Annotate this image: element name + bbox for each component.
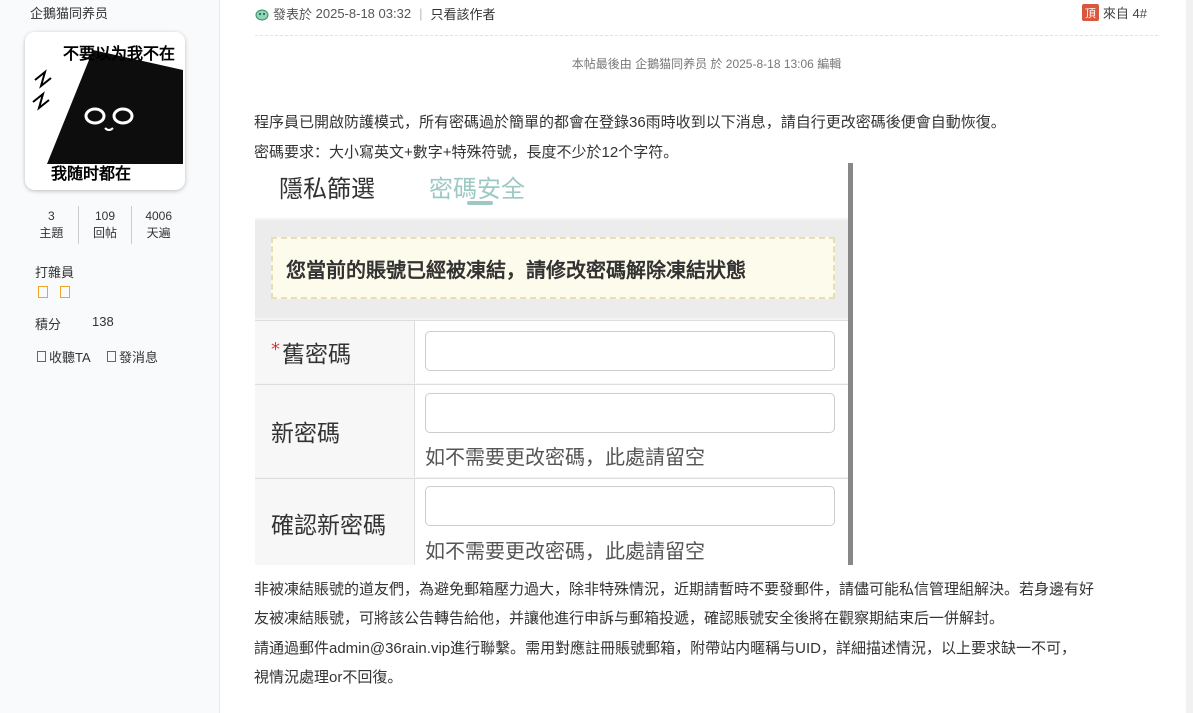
top-icon[interactable]: 頂 [1081, 4, 1099, 21]
stat-label: 主題 [39, 226, 64, 240]
old-password-label-text: 舊密碼 [282, 342, 351, 368]
follow-button[interactable]: 收聽TA [37, 347, 91, 366]
post-paragraph: 程序員已開啟防護模式，所有密碼過於簡單的都會在登錄36雨時收到以下消息，請自行更… [254, 114, 1006, 131]
post-paragraph: 友被凍結賬號，可將該公告轉告給他，并讓他進行申訴与郵箱投遞，確認賬號安全後將在觀… [254, 610, 1005, 627]
tab-underline [467, 201, 493, 205]
author-only-link[interactable]: 只看該作者 [430, 4, 495, 23]
post-paragraph: 密碼要求：大小寫英文+數字+特殊符號，長度不少於12个字符。 [254, 144, 679, 161]
stat-replies[interactable]: 109 回帖 [77, 206, 132, 244]
stat-value: 4006 [145, 209, 173, 223]
points-label: 積分 [35, 317, 62, 332]
star-icon [60, 286, 70, 298]
username[interactable]: 企鵝猫同养员 [30, 3, 108, 22]
post-paragraph: 非被凍結賬號的道友們，為避免郵箱壓力過大，除非特殊情況，近期請暫時不要發郵件，請… [254, 581, 1095, 598]
notice-area: 您當前的賬號已經被凍結，請修改密碼解除凍結狀態 [255, 220, 853, 318]
floor-number[interactable]: 來自 4# [1103, 3, 1147, 22]
old-password-input [425, 331, 835, 371]
required-mark: * [271, 339, 280, 360]
follow-label: 收聽TA [49, 350, 91, 365]
old-password-label: * 舊密碼 [255, 321, 415, 383]
avatar-text-bottom: 我随时都在 [51, 164, 131, 183]
user-sidebar: 企鵝猫同养员 不要以为我不在 我随时都在 3 主題 109 回帖 4006 天遍… [0, 0, 220, 713]
divider [255, 35, 1158, 36]
rank-stars [38, 286, 70, 298]
confirm-password-input [425, 486, 835, 526]
screenshot-scrollbar [848, 163, 853, 565]
new-password-row: 新密碼 如不需要更改密碼，此處請留空 [255, 384, 848, 477]
avatar-text-top: 不要以为我不在 [63, 44, 175, 63]
page-scrollbar[interactable] [1186, 0, 1193, 713]
embedded-screenshot[interactable]: 隱私篩選 密碼安全 您當前的賬號已經被凍結，請修改密碼解除凍結狀態 * 舊密碼 … [255, 163, 853, 565]
online-status-icon [255, 9, 269, 20]
separator: | [419, 6, 423, 21]
message-icon [107, 351, 116, 362]
old-password-row: * 舊密碼 [255, 320, 848, 383]
screenshot-tabs: 隱私篩選 密碼安全 [255, 163, 853, 218]
stat-threads[interactable]: 3 主題 [25, 206, 78, 244]
post-paragraph: 請通過郵件admin@36rain.vip進行聯繫。需用對應註冊賬號郵箱，附帶站… [254, 640, 1076, 657]
stat-value: 109 [94, 209, 116, 223]
avatar-image: 不要以为我不在 我随时都在 [25, 32, 185, 190]
user-rank[interactable]: 打雜員 [35, 262, 74, 281]
confirm-password-hint: 如不需要更改密碼，此處請留空 [425, 539, 705, 563]
points-value: 138 [92, 314, 114, 329]
tab-privacy-filter: 隱私篩選 [279, 175, 375, 203]
post-content: 發表於 2025-8-18 03:32 | 只看該作者 頂 來自 4# 本帖最後… [220, 0, 1193, 713]
user-stats: 3 主題 109 回帖 4006 天遍 [25, 206, 185, 244]
star-icon [38, 286, 48, 298]
new-password-label: 新密碼 [255, 385, 415, 477]
post-floor: 頂 來自 4# [1081, 3, 1147, 22]
new-password-hint: 如不需要更改密碼，此處請留空 [425, 445, 705, 469]
posted-time: 2025-8-18 03:32 [315, 6, 412, 21]
posted-label: 發表於 [273, 7, 313, 22]
avatar[interactable]: 不要以为我不在 我随时都在 [25, 32, 185, 190]
message-label: 發消息 [119, 350, 159, 365]
tab-password-security: 密碼安全 [429, 175, 525, 203]
stat-value: 3 [47, 209, 55, 223]
new-password-input [425, 393, 835, 433]
follow-icon [37, 351, 46, 362]
stat-days[interactable]: 4006 天遍 [131, 206, 185, 244]
post-meta: 發表於 2025-8-18 03:32 | 只看該作者 [255, 4, 495, 23]
send-message-button[interactable]: 發消息 [107, 347, 158, 366]
stat-label: 天遍 [146, 226, 171, 240]
confirm-password-label: 確認新密碼 [255, 479, 415, 565]
stat-label: 回帖 [93, 226, 118, 240]
post-paragraph: 視情況處理or不回復。 [254, 669, 403, 686]
frozen-notice: 您當前的賬號已經被凍結，請修改密碼解除凍結狀態 [271, 237, 835, 299]
edit-note: 本帖最後由 企鵝猫同养员 於 2025-8-18 13:06 編輯 [571, 57, 842, 71]
confirm-password-row: 確認新密碼 如不需要更改密碼，此處請留空 [255, 478, 848, 565]
